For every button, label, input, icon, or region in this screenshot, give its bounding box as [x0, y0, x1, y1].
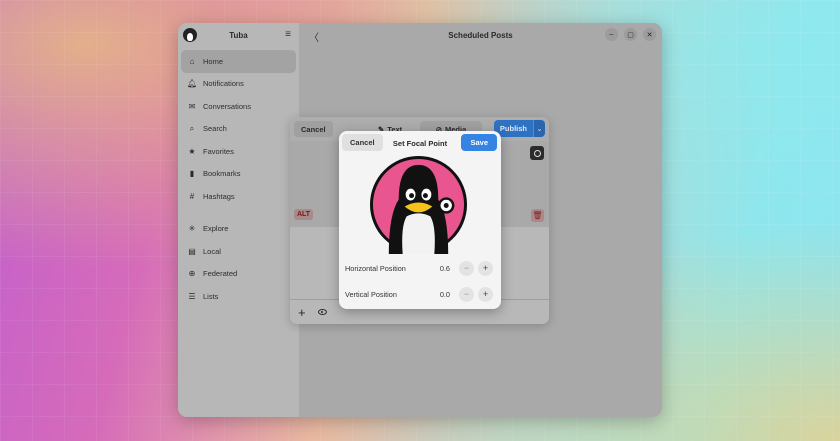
- sidebar: Tuba ≡ ⌂ Home 🔔︎ Notifications ✉ Conversation…: [178, 23, 299, 417]
- search-icon: ⌕: [189, 123, 195, 133]
- sidebar-item-label: Hashtags: [203, 191, 235, 201]
- media-image[interactable]: [369, 155, 468, 254]
- sidebar-item-federated[interactable]: ⊕ Federated: [181, 263, 296, 286]
- sidebar-item-favorites[interactable]: ★ Favorites: [181, 140, 296, 163]
- home-icon: ⌂: [189, 56, 195, 66]
- save-button[interactable]: Save: [461, 134, 497, 151]
- star-icon: ★: [188, 146, 196, 156]
- close-button[interactable]: ✕: [643, 28, 656, 41]
- sidebar-item-label: Search: [203, 124, 227, 134]
- sidebar-item-label: Notifications: [203, 79, 244, 89]
- vertical-position-row: Vertical Position 0.0 − +: [345, 286, 493, 302]
- vertical-decrement-button[interactable]: −: [459, 286, 474, 302]
- sidebar-item-label: Conversations: [203, 101, 251, 111]
- trash-icon[interactable]: 🗑︎: [531, 209, 544, 222]
- horizontal-decrement-button[interactable]: −: [459, 260, 474, 276]
- vertical-position-value: 0.0: [439, 289, 450, 299]
- vertical-position-label: Vertical Position: [345, 289, 397, 299]
- main-header: 〈 Scheduled Posts – ▢ ✕: [299, 23, 662, 47]
- sidebar-item-explore[interactable]: ✳ Explore: [181, 218, 296, 241]
- sidebar-item-label: Bookmarks: [203, 169, 241, 179]
- horizontal-position-value: 0.6: [439, 263, 450, 273]
- focus-point-icon[interactable]: [530, 146, 544, 160]
- sidebar-item-conversations[interactable]: ✉ Conversations: [181, 95, 296, 118]
- bookmark-icon: ▮: [189, 169, 195, 179]
- penguin-pupil-right: [422, 193, 428, 199]
- sidebar-item-bookmarks[interactable]: ▮ Bookmarks: [181, 163, 296, 186]
- sidebar-nav: ⌂ Home 🔔︎ Notifications ✉ Conversations ⌕ Searc…: [178, 47, 299, 308]
- globe-icon: ⊕: [188, 269, 196, 279]
- sidebar-item-home[interactable]: ⌂ Home: [181, 50, 296, 73]
- sidebar-item-search[interactable]: ⌕ Search: [181, 118, 296, 141]
- app-title: Tuba: [229, 31, 248, 40]
- penguin-pupil-left: [409, 193, 415, 199]
- horizontal-position-label: Horizontal Position: [345, 263, 406, 273]
- mail-icon: ✉: [188, 101, 196, 111]
- sidebar-item-label: Federated: [203, 269, 238, 279]
- sidebar-item-hashtags[interactable]: # Hashtags: [181, 185, 296, 208]
- focal-point-dialog: Cancel Set Focal Point Save Horizontal P…: [339, 131, 501, 309]
- horizontal-position-row: Horizontal Position 0.6 − +: [345, 260, 493, 276]
- sidebar-item-label: Favorites: [203, 146, 234, 156]
- alt-badge[interactable]: ALT: [294, 209, 314, 220]
- sidebar-separator: [181, 208, 296, 218]
- window-controls: – ▢ ✕: [605, 28, 656, 41]
- sidebar-header: Tuba ≡: [178, 23, 299, 47]
- sidebar-item-label: Lists: [203, 291, 219, 301]
- maximize-button[interactable]: ▢: [624, 28, 637, 41]
- penguin-belly: [402, 213, 435, 254]
- sidebar-item-label: Home: [203, 56, 224, 66]
- sidebar-item-label: Explore: [203, 224, 229, 234]
- horizontal-increment-button[interactable]: +: [478, 260, 493, 276]
- bell-icon: 🔔︎: [187, 79, 198, 89]
- chevron-down-icon[interactable]: ⌄: [533, 120, 545, 137]
- sidebar-item-lists[interactable]: ☰ Lists: [181, 285, 296, 308]
- local-icon: ▤: [188, 246, 196, 256]
- minimize-button[interactable]: –: [605, 28, 618, 41]
- sidebar-item-notifications[interactable]: 🔔︎ Notifications: [181, 73, 296, 96]
- add-icon[interactable]: +: [298, 306, 306, 319]
- sidebar-item-local[interactable]: ▤ Local: [181, 240, 296, 263]
- vertical-increment-button[interactable]: +: [478, 286, 493, 302]
- eye-icon[interactable]: [317, 309, 327, 315]
- list-icon: ☰: [188, 291, 196, 301]
- composer-cancel-button[interactable]: Cancel: [294, 121, 333, 137]
- sidebar-item-label: Local: [203, 246, 221, 256]
- publish-button-group: Publish ⌄: [493, 120, 545, 137]
- hash-icon: #: [189, 191, 195, 201]
- focal-point-marker-center: [443, 203, 449, 208]
- explore-icon: ✳: [188, 224, 196, 234]
